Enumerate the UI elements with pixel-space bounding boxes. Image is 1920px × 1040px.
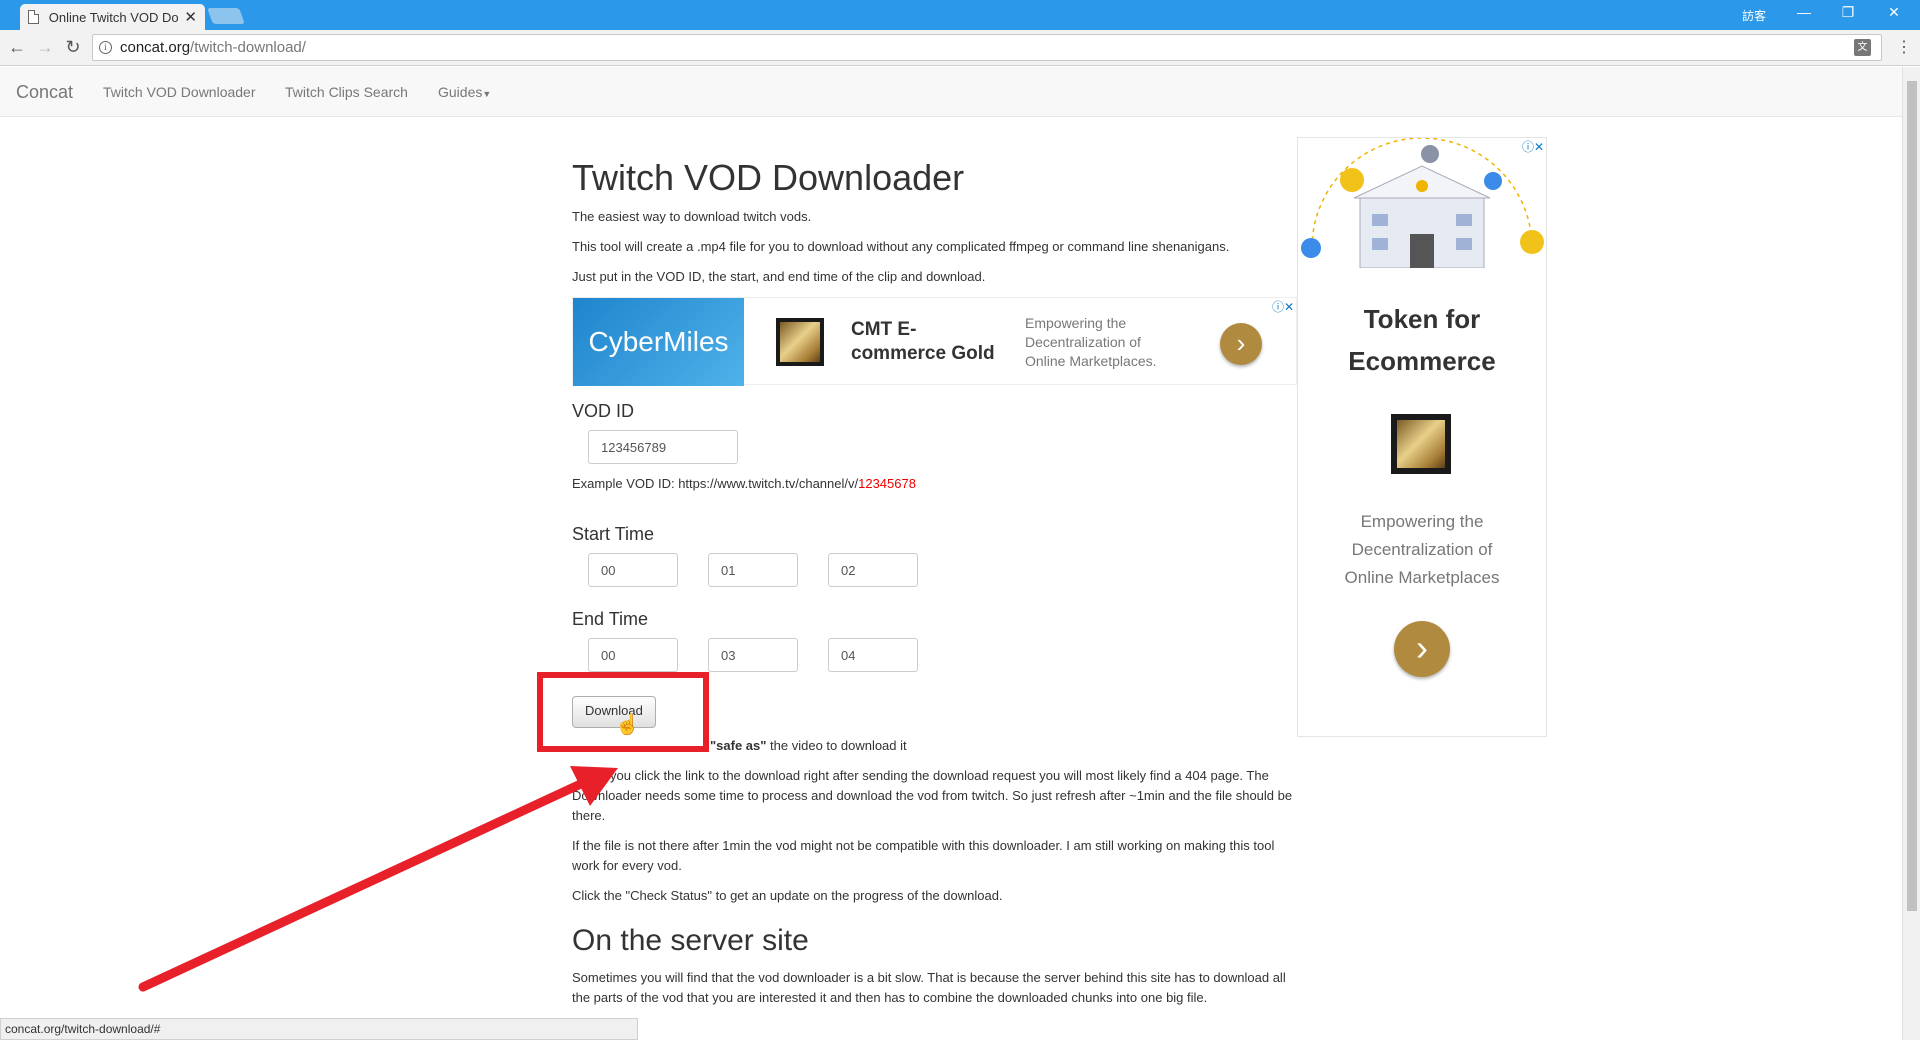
scroll-thumb[interactable] bbox=[1907, 81, 1917, 911]
gold-token-icon bbox=[776, 318, 824, 366]
end-minutes-input[interactable] bbox=[708, 638, 798, 672]
server-para: Sometimes you will find that the vod dow… bbox=[572, 970, 1286, 1005]
side-ad[interactable]: ⓘ✕ Token for Ecommerce Empowering the De… bbox=[1297, 137, 1547, 737]
example-id: 12345678 bbox=[858, 476, 916, 491]
vod-id-label: VOD ID bbox=[572, 401, 635, 421]
start-hours-input[interactable] bbox=[588, 553, 678, 587]
menu-icon[interactable]: ⋮ bbox=[1896, 37, 1912, 57]
url-path: /twitch-download/ bbox=[190, 39, 306, 56]
end-time-label: End Time bbox=[572, 609, 649, 629]
start-seconds-input[interactable] bbox=[828, 553, 918, 587]
main-content: Twitch VOD Downloader The easiest way to… bbox=[572, 117, 1297, 1018]
side-ad-subtitle: Empowering the Decentralization of Onlin… bbox=[1344, 512, 1500, 587]
tab-title: Online Twitch VOD Do bbox=[48, 9, 179, 25]
restore-icon[interactable]: ❐ bbox=[1836, 4, 1860, 21]
side-gold-token-icon bbox=[1391, 414, 1451, 474]
url-host: concat.org bbox=[120, 39, 191, 56]
start-time-label: Start Time bbox=[572, 524, 655, 544]
example-vod-id: Example VOD ID: https://www.twitch.tv/ch… bbox=[572, 474, 1297, 494]
caret-down-icon: ▼ bbox=[482, 89, 492, 99]
info-icon[interactable]: i bbox=[99, 41, 112, 54]
banner-ad-subtitle: Empowering the Decentralization of Onlin… bbox=[1025, 315, 1157, 369]
banner-ad-arrow-button[interactable]: › bbox=[1220, 323, 1262, 365]
brand-link[interactable]: Concat bbox=[16, 82, 73, 103]
para-404: you click the link to the download right… bbox=[572, 768, 1293, 823]
browser-toolbar: ← → ↻ i concat.org/twitch-download/ 文 ⋮ bbox=[0, 30, 1920, 66]
nav-vod-downloader[interactable]: Twitch VOD Downloader bbox=[103, 84, 256, 100]
browser-tab[interactable]: Online Twitch VOD Do ✕ bbox=[20, 4, 205, 30]
adchoices-icon[interactable]: ⓘ✕ bbox=[1272, 298, 1294, 315]
end-hours-input[interactable] bbox=[588, 638, 678, 672]
cybermiles-logo: CyberMiles bbox=[573, 298, 744, 386]
site-navbar: Concat Twitch VOD Downloader Twitch Clip… bbox=[0, 67, 1902, 117]
intro-line-2: This tool will create a .mp4 file for yo… bbox=[572, 239, 1230, 254]
server-heading: On the server site bbox=[572, 924, 809, 957]
side-adchoices-icon[interactable]: ⓘ✕ bbox=[1522, 138, 1544, 155]
vod-id-input[interactable] bbox=[588, 430, 738, 464]
intro-line-1: The easiest way to download twitch vods. bbox=[572, 209, 812, 224]
para-compat: If the file is not there after 1min the … bbox=[572, 838, 1275, 873]
banner-ad[interactable]: CyberMiles CMT E-commerce Gold Empowerin… bbox=[572, 297, 1297, 386]
close-window-icon[interactable]: ✕ bbox=[1882, 4, 1906, 21]
page-icon bbox=[28, 10, 39, 24]
side-ad-title: Token for Ecommerce bbox=[1348, 304, 1496, 376]
nav-clips-search[interactable]: Twitch Clips Search bbox=[285, 84, 408, 100]
profile-label[interactable]: 訪客 bbox=[1742, 7, 1766, 24]
side-ad-arrow-button[interactable]: › bbox=[1394, 621, 1450, 677]
end-time-row bbox=[572, 638, 1297, 672]
browser-titlebar: Online Twitch VOD Do ✕ 訪客 — ❐ ✕ bbox=[0, 0, 1920, 30]
example-prefix: Example VOD ID: https://www.twitch.tv/ch… bbox=[572, 476, 859, 491]
nav-guides-label: Guides bbox=[438, 84, 483, 100]
address-bar[interactable]: i concat.org/twitch-download/ 文 bbox=[92, 34, 1882, 61]
new-tab-button[interactable] bbox=[207, 8, 245, 24]
end-seconds-input[interactable] bbox=[828, 638, 918, 672]
safe-as-rest: the video to download it bbox=[766, 738, 907, 753]
forward-icon[interactable]: → bbox=[34, 37, 56, 57]
para-status: Click the "Check Status" to get an updat… bbox=[572, 888, 1003, 903]
back-icon[interactable]: ← bbox=[6, 37, 28, 57]
building-illustration bbox=[1301, 138, 1544, 268]
banner-ad-title: CMT E-commerce Gold bbox=[851, 319, 995, 364]
safe-as-bold: "safe as" bbox=[710, 738, 767, 753]
page-title: Twitch VOD Downloader bbox=[572, 157, 965, 198]
hand-cursor-icon: ☝ bbox=[615, 714, 640, 736]
minimize-icon[interactable]: — bbox=[1792, 4, 1816, 20]
page-scrollbar[interactable] bbox=[1902, 67, 1920, 1040]
reload-icon[interactable]: ↻ bbox=[62, 37, 84, 57]
close-tab-icon[interactable]: ✕ bbox=[184, 8, 197, 26]
nav-guides[interactable]: Guides▼ bbox=[438, 84, 491, 100]
intro-line-3: Just put in the VOD ID, the start, and e… bbox=[572, 269, 986, 284]
start-time-row bbox=[572, 553, 1297, 587]
start-minutes-input[interactable] bbox=[708, 553, 798, 587]
status-bar: concat.org/twitch-download/# bbox=[0, 1018, 638, 1040]
translate-icon[interactable]: 文 bbox=[1854, 39, 1871, 56]
